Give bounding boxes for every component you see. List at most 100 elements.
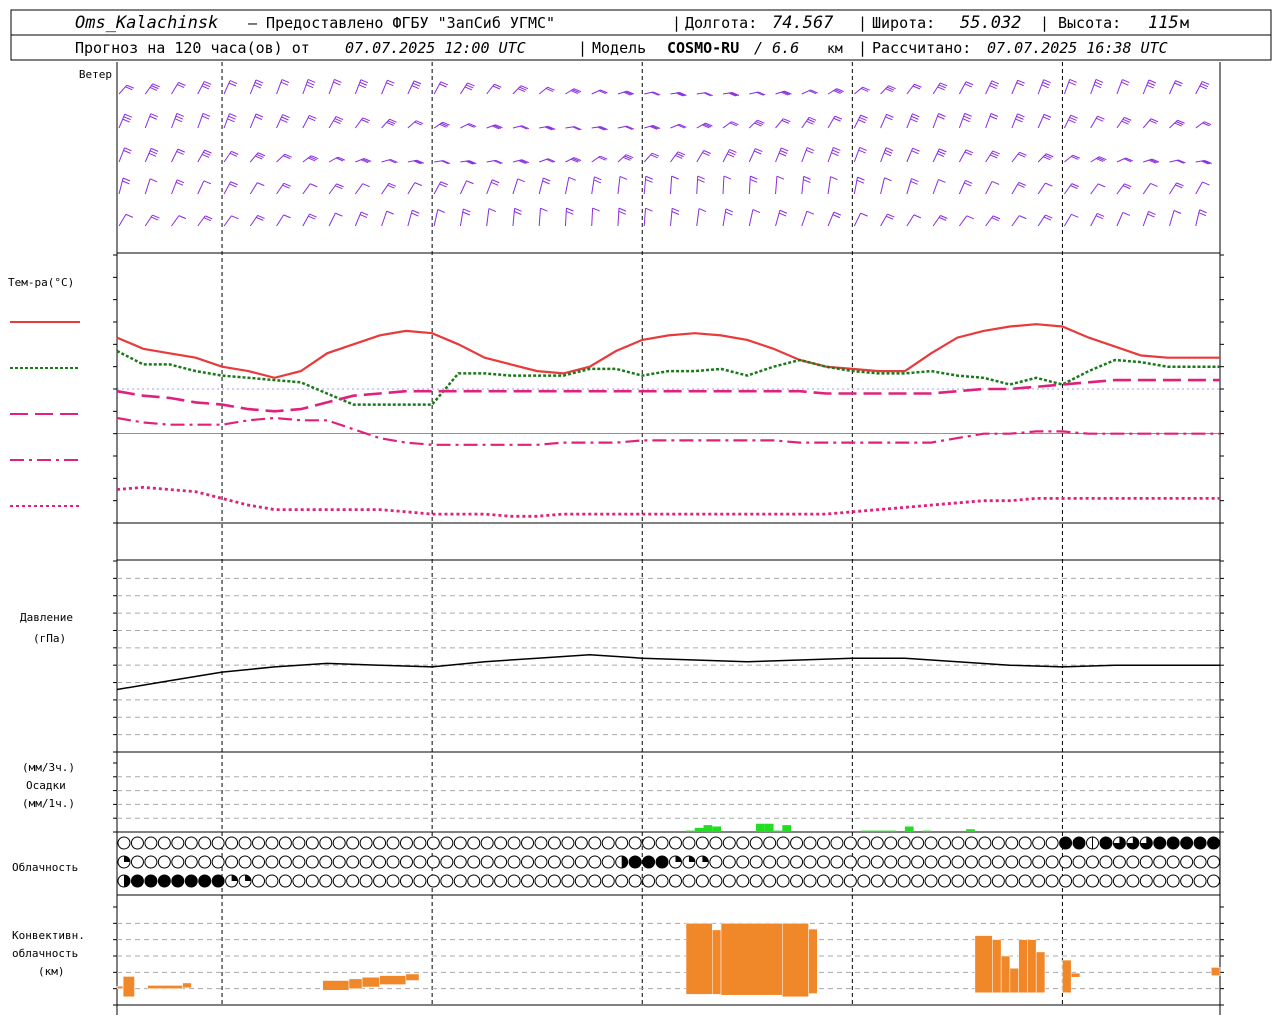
wind-barb	[722, 121, 739, 129]
wind-barb-feather	[939, 148, 947, 153]
cloud-symbol	[695, 836, 709, 850]
wind-barb-staff	[249, 79, 257, 95]
cloud-symbol	[117, 836, 131, 850]
wind-barb	[171, 148, 186, 163]
wind-barb-feather	[176, 179, 185, 184]
cloud-fill-full	[144, 875, 157, 887]
cloud-symbol	[319, 836, 333, 850]
wind-barb	[617, 125, 635, 130]
cloud-symbol	[628, 855, 642, 869]
wind-barb-staff	[486, 208, 490, 227]
wind-barb	[355, 157, 372, 164]
wind-barb-feather	[859, 146, 867, 151]
wind-barb-staff	[1011, 215, 1020, 227]
wind-barb-feather	[755, 148, 763, 153]
wind-barb-staff	[853, 147, 861, 163]
wind-barb	[801, 147, 815, 163]
precip-unit-3h: (мм/3ч.)	[22, 761, 75, 774]
cloud-circle	[1005, 836, 1019, 850]
cloud-symbol	[843, 855, 857, 869]
wind-barb-feather	[1199, 85, 1208, 90]
wind-barb-feather	[439, 183, 447, 188]
cloud-circle	[1112, 874, 1126, 888]
cloud-symbol	[884, 855, 898, 869]
wind-barb	[617, 207, 627, 227]
wind-barb-feather	[176, 150, 184, 155]
wind-barb-feather	[910, 180, 918, 185]
wind-barb-feather	[125, 213, 134, 218]
cloud-circle	[1045, 855, 1059, 869]
wind-barb	[460, 160, 477, 165]
wind-barb-feather	[201, 85, 210, 90]
cloud-symbol	[1032, 855, 1046, 869]
wind-barb-feather	[306, 81, 315, 86]
cloud-circle	[426, 874, 440, 888]
cloud-symbol	[669, 855, 682, 869]
wind-barb	[223, 150, 239, 163]
wind-barb-staff	[696, 176, 699, 195]
wind-barb-staff	[1037, 79, 1045, 95]
cloud-symbol	[278, 836, 292, 850]
wind-barb-feather	[885, 116, 893, 121]
wind-barb	[433, 181, 448, 195]
wind-barb	[460, 123, 477, 129]
cloud-symbol	[1085, 855, 1099, 869]
cloud-symbol	[951, 874, 965, 888]
cloud-symbol	[991, 836, 1005, 850]
cloud-symbol	[951, 855, 965, 869]
cloud-symbol	[1139, 836, 1153, 850]
cloud-symbol	[157, 855, 171, 869]
wind-barb-feather	[230, 181, 238, 186]
cloud-symbol	[426, 855, 440, 869]
wind-barb	[932, 113, 946, 129]
cloud-circle	[534, 855, 548, 869]
cloud-symbol	[238, 836, 252, 850]
wind-barb-feather	[832, 149, 840, 154]
wind-barb	[1169, 80, 1183, 95]
cloud-circle	[507, 836, 521, 850]
cloud-symbol	[790, 874, 804, 888]
wind-barb	[880, 177, 892, 195]
wind-barb	[801, 175, 811, 195]
cloud-circle	[964, 855, 978, 869]
wind-barb	[644, 91, 661, 96]
wind-barb	[1195, 160, 1212, 165]
cloud-symbol	[978, 874, 992, 888]
wind-barb	[381, 210, 394, 227]
wind-barb	[985, 180, 1000, 195]
cloud-symbol	[171, 836, 185, 850]
cloud-circle	[776, 855, 790, 869]
cloud-symbol	[144, 836, 158, 850]
cloud-circle	[1085, 855, 1099, 869]
wind-barb-feather	[1019, 215, 1027, 220]
cloud-symbol	[1207, 874, 1221, 888]
wind-barb-feather	[1094, 81, 1103, 86]
wind-barb-feather	[1148, 79, 1157, 84]
cloud-circle	[319, 874, 333, 888]
cloud-symbol	[534, 855, 548, 869]
convective-bar	[720, 923, 783, 996]
cloud-circle	[978, 874, 992, 888]
wind-barb	[748, 148, 763, 163]
cloud-circle	[1072, 874, 1086, 888]
cloud-circle	[830, 855, 844, 869]
wind-barb-feather	[965, 180, 973, 184]
cloud-symbol	[426, 874, 440, 888]
wind-barb-staff	[1168, 210, 1175, 227]
temp-series-line	[116, 349, 1220, 406]
cloud-circle	[803, 874, 817, 888]
wind-barb-feather	[568, 176, 577, 181]
wind-barb-feather	[255, 79, 264, 84]
cloud-circle	[467, 855, 481, 869]
cloud-symbol	[198, 874, 212, 888]
cloud-symbol	[682, 855, 696, 869]
wind-barb	[880, 113, 894, 129]
wind-barb-staff	[407, 210, 413, 227]
wind-barb-feather	[1042, 116, 1051, 121]
wind-barb	[354, 211, 369, 227]
cloud-symbol	[440, 836, 454, 850]
lon-label: Долгота:	[685, 14, 757, 32]
cloud-circle	[238, 855, 252, 869]
wind-barb-feather	[645, 207, 653, 212]
wind-barb-feather	[463, 208, 471, 213]
